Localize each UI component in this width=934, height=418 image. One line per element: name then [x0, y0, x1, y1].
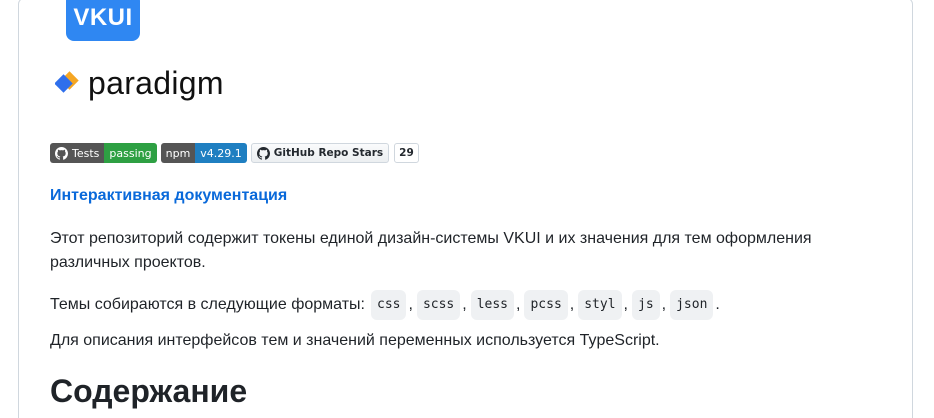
tests-badge[interactable]: Tests passing [50, 143, 157, 163]
formats-suffix: . [715, 296, 720, 313]
tests-badge-label: Tests [72, 146, 100, 160]
vkui-logo: VKUI [66, 0, 140, 41]
github-stars-label: GitHub Repo Stars [273, 147, 384, 159]
github-stars-badge[interactable]: GitHub Repo Stars 29 [250, 143, 419, 163]
badges-row: Tests passing npm v4.29.1 GitHub Repo St… [50, 143, 419, 163]
paradigm-mark-icon [55, 71, 79, 93]
formats-paragraph: Темы собираются в следующие форматы: css… [50, 290, 720, 320]
tests-badge-value: passing [104, 143, 157, 163]
contents-heading: Содержание [50, 373, 248, 409]
npm-badge-label: npm [160, 143, 196, 163]
readme-container: VKUI paradigm Tests passing npm v4.29.1 … [18, 0, 913, 418]
github-icon [55, 146, 68, 160]
interactive-docs-link[interactable]: Интерактивная документация [50, 187, 287, 205]
format-code: js [632, 290, 660, 320]
intro-paragraph: Этот репозиторий содержит токены единой … [50, 230, 812, 271]
npm-badge-value: v4.29.1 [195, 143, 247, 163]
paradigm-logo-text: paradigm [88, 65, 224, 101]
format-code: scss [416, 290, 461, 320]
format-code: json [670, 290, 714, 320]
paradigm-logo: paradigm [55, 67, 224, 99]
format-code: less [470, 290, 515, 320]
format-code: css [371, 290, 407, 320]
typescript-paragraph: Для описания интерфейсов тем и значений … [50, 332, 660, 349]
npm-badge[interactable]: npm v4.29.1 [160, 143, 247, 163]
github-icon [256, 146, 270, 160]
format-code: pcss [524, 290, 568, 320]
formats-prefix: Темы собираются в следующие форматы: [50, 296, 365, 313]
vkui-logo-text: VKUI [73, 4, 133, 31]
format-code: styl [578, 290, 622, 320]
github-stars-count: 29 [394, 143, 419, 163]
